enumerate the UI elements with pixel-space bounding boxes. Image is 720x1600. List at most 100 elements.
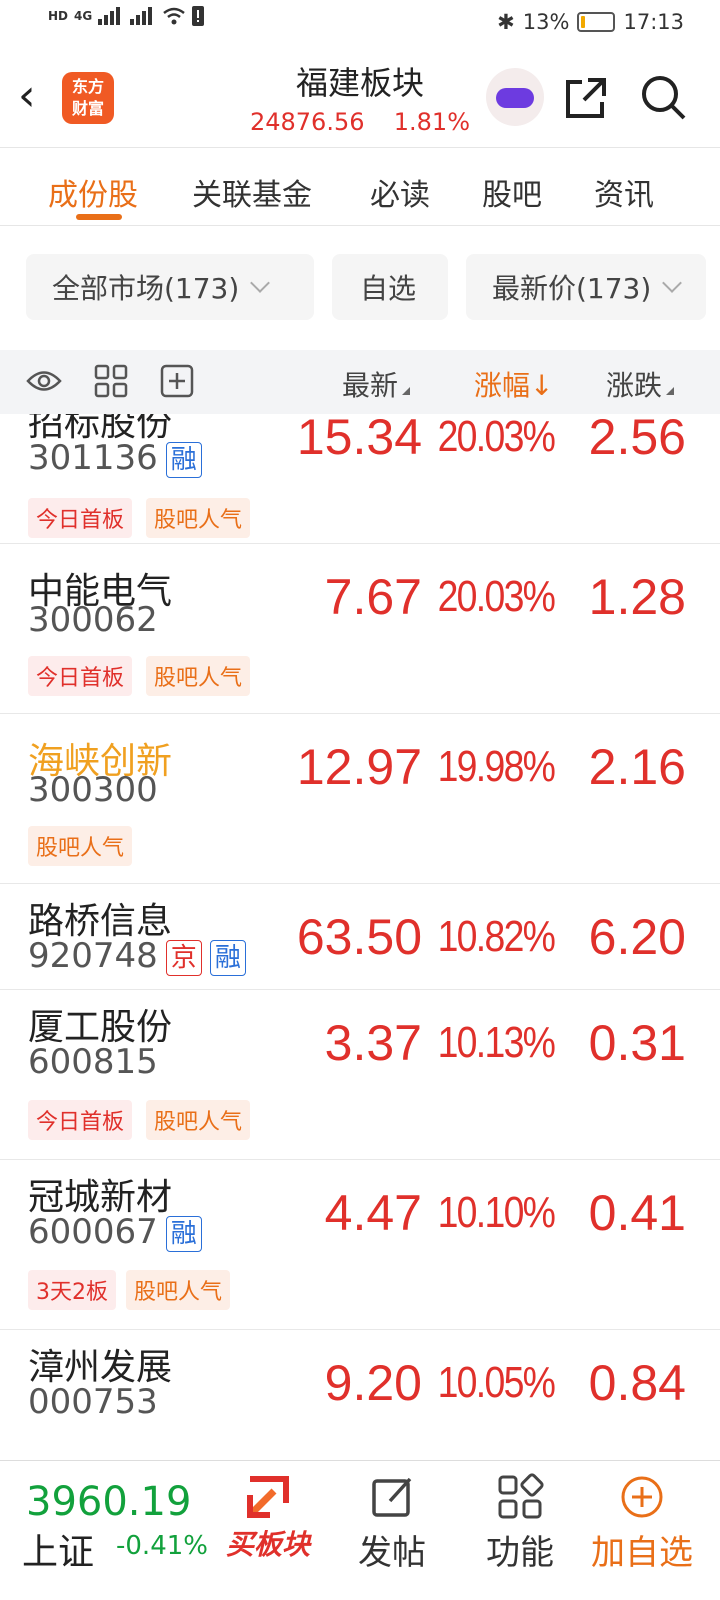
- battery-level: [581, 16, 586, 28]
- stock-code-line: 920748 京融: [28, 936, 246, 976]
- market-filter-label: 全部市场(173): [52, 272, 240, 305]
- page-title: 福建板块: [295, 64, 424, 102]
- stock-row[interactable]: 漳州发展 000753 9.20 10.05% 0.84: [0, 1330, 720, 1460]
- wifi-icon: [163, 7, 185, 25]
- change-percent: 20.03%: [437, 572, 555, 621]
- market-index-name: 上证: [22, 1532, 95, 1573]
- sort-filter-label: 最新价(173): [492, 272, 652, 305]
- first-limit-tag: 今日首板: [28, 656, 133, 696]
- market-index-value: 3960.19: [26, 1479, 192, 1525]
- change-amount: 1.28: [588, 569, 686, 625]
- margin-badge: 融: [165, 441, 202, 478]
- latest-price: 4.47: [324, 1185, 422, 1241]
- post-label: 发帖: [358, 1533, 426, 1573]
- margin-badge: 融: [209, 939, 246, 976]
- stock-row[interactable]: 路桥信息 920748 京融 63.50 10.82% 6.20: [0, 884, 720, 990]
- change-amount: 0.31: [588, 1015, 686, 1071]
- assistant-avatar-icon[interactable]: [486, 68, 544, 126]
- stock-row[interactable]: 冠城新材 600067 融 3天2板 股吧人气 4.47 10.10% 0.41: [0, 1160, 720, 1330]
- sector-index-quote: 24876.56 1.81%: [240, 108, 480, 136]
- column-latest-label: 最新: [342, 369, 399, 402]
- back-icon[interactable]: ‹: [18, 74, 36, 118]
- sector-index-change: 1.81%: [393, 108, 471, 136]
- clock: 17:13: [623, 10, 684, 34]
- change-amount: 6.20: [588, 909, 686, 965]
- market-filter-dropdown[interactable]: 全部市场(173): [26, 254, 314, 320]
- change-amount: 2.56: [588, 414, 686, 465]
- chevron-down-icon: [662, 273, 683, 293]
- sort-filter-dropdown[interactable]: 最新价(173): [466, 254, 706, 320]
- forum-popular-tag: 股吧人气: [146, 656, 251, 696]
- stock-code: 920748: [28, 936, 158, 976]
- forum-popular-tag: 股吧人气: [126, 1270, 231, 1310]
- margin-badge: 融: [165, 1215, 202, 1252]
- latest-price: 15.34: [296, 414, 422, 465]
- grid-view-icon[interactable]: [94, 364, 128, 398]
- column-header: 最新 涨幅↓ 涨跌: [0, 350, 720, 414]
- bottom-bar: 3960.19 上证 -0.41% 买板块 发帖 功能 加自选: [0, 1460, 720, 1600]
- stock-code: 600815: [28, 1042, 158, 1082]
- signal-icon: [98, 7, 121, 25]
- latest-price: 9.20: [324, 1355, 422, 1411]
- add-box-icon[interactable]: [160, 364, 194, 398]
- eye-icon[interactable]: [26, 366, 62, 396]
- stock-row[interactable]: 中能电气 300062 今日首板 股吧人气 7.67 20.03% 1.28: [0, 544, 720, 714]
- column-change[interactable]: 涨跌: [606, 364, 675, 404]
- edit-icon: [372, 1477, 412, 1517]
- post-button[interactable]: 发帖: [348, 1461, 436, 1600]
- forum-popular-tag: 股吧人气: [146, 1100, 251, 1140]
- share-icon[interactable]: [562, 74, 610, 122]
- tab-forum[interactable]: 股吧: [482, 170, 542, 214]
- add-watchlist-label: 加自选: [591, 1533, 693, 1573]
- buy-sector-label: 买板块: [225, 1528, 310, 1561]
- first-limit-tag: 今日首板: [28, 498, 133, 538]
- stock-row[interactable]: 招标股份 301136 融 今日首板 股吧人气 15.34 20.03% 2.56: [0, 414, 720, 544]
- buy-sector-icon: [247, 1476, 289, 1518]
- column-latest[interactable]: 最新: [342, 364, 411, 404]
- change-percent: 10.13%: [437, 1018, 555, 1067]
- stock-row[interactable]: 厦工股份 600815 今日首板 股吧人气 3.37 10.13% 0.31: [0, 990, 720, 1160]
- stock-code: 600067: [28, 1212, 158, 1252]
- latest-price: 7.67: [324, 569, 422, 625]
- change-percent: 20.03%: [437, 414, 555, 461]
- column-change-pct[interactable]: 涨幅↓: [474, 364, 553, 404]
- latest-price: 63.50: [296, 909, 422, 965]
- market-index-change: -0.41%: [116, 1531, 208, 1561]
- search-icon[interactable]: [640, 74, 688, 122]
- tab-related-funds[interactable]: 关联基金: [192, 170, 312, 214]
- app-logo: 东方财富: [62, 72, 114, 124]
- tab-news[interactable]: 资讯: [594, 170, 654, 214]
- stock-code-line: 301136 融: [28, 438, 202, 478]
- stock-list: 招标股份 301136 融 今日首板 股吧人气 15.34 20.03% 2.56…: [0, 414, 720, 1460]
- stock-code: 300300: [28, 770, 158, 810]
- functions-label: 功能: [486, 1533, 554, 1573]
- app-header: ‹ 东方财富 福建板块 24876.56 1.81%: [0, 48, 720, 148]
- network-label: 4G: [74, 9, 93, 23]
- watchlist-filter-button[interactable]: 自选: [332, 254, 448, 320]
- column-change-label: 涨跌: [606, 369, 663, 402]
- buy-sector-button[interactable]: 买板块: [216, 1461, 320, 1600]
- stock-code: 000753: [28, 1382, 158, 1422]
- add-watchlist-button[interactable]: 加自选: [582, 1461, 702, 1600]
- watchlist-filter-label: 自选: [360, 272, 417, 305]
- forum-popular-tag: 股吧人气: [28, 826, 133, 866]
- latest-price: 3.37: [324, 1015, 422, 1071]
- change-amount: 0.41: [588, 1185, 686, 1241]
- stock-code-line: 600067 融: [28, 1212, 202, 1252]
- consecutive-limit-tag: 3天2板: [28, 1270, 116, 1310]
- tab-must-read[interactable]: 必读: [370, 170, 430, 214]
- functions-button[interactable]: 功能: [476, 1461, 564, 1600]
- bluetooth-icon: ✱: [497, 10, 515, 34]
- logo-text: 东方财富: [71, 77, 104, 118]
- stock-row[interactable]: 海峡创新 300300 股吧人气 12.97 19.98% 2.16: [0, 714, 720, 884]
- latest-price: 12.97: [296, 739, 422, 795]
- active-tab-indicator: [76, 214, 122, 220]
- hd-label: HD: [48, 9, 69, 23]
- sector-index-value: 24876.56: [249, 108, 365, 136]
- add-circle-icon: [621, 1476, 663, 1518]
- stock-code: 300062: [28, 600, 158, 640]
- change-percent: 10.05%: [437, 1358, 555, 1407]
- tab-constituents[interactable]: 成份股: [48, 170, 138, 214]
- change-percent: 10.10%: [437, 1188, 555, 1237]
- chevron-down-icon: [250, 273, 271, 293]
